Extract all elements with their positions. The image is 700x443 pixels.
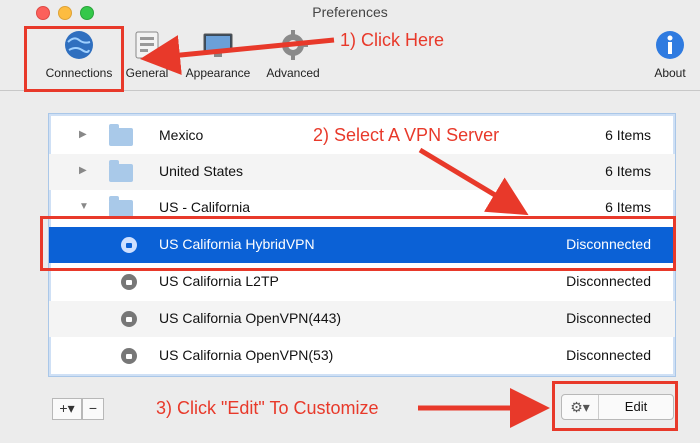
annotation-arrows — [140, 35, 550, 428]
arrow-to-connections — [140, 35, 335, 75]
preferences-window: Preferences Connections General Appearan… — [0, 0, 700, 443]
arrow-to-server — [418, 147, 529, 216]
